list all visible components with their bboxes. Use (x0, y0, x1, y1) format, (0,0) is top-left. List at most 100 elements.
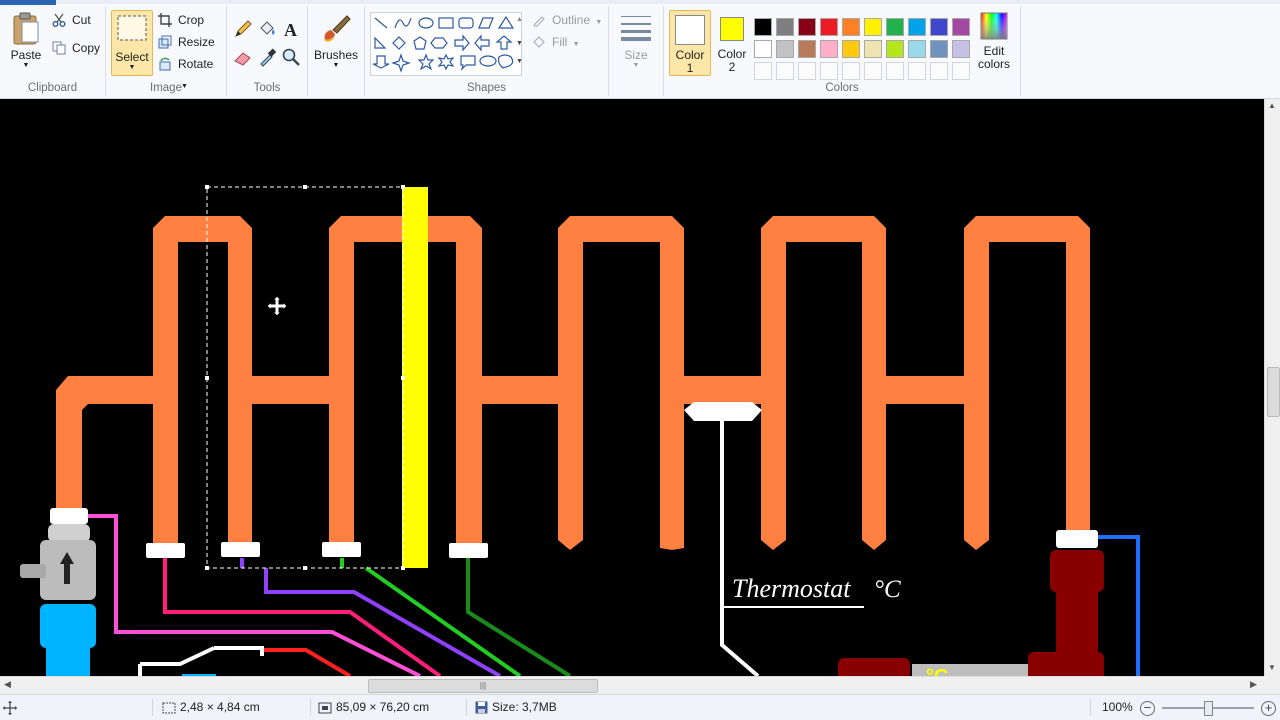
brushes-button[interactable]: Brushes ▼ (312, 10, 360, 76)
size-button[interactable]: Size ▼ (615, 10, 657, 76)
palette-empty-slot[interactable] (798, 62, 816, 80)
outline-button[interactable]: Outline ▼ (530, 10, 602, 30)
palette-empty-slot[interactable] (820, 62, 838, 80)
scroll-right-arrow-icon[interactable]: ▶ (1250, 679, 1257, 690)
palette-swatch[interactable] (952, 18, 970, 36)
brushes-group: Brushes ▼ (308, 6, 365, 96)
vertical-scrollbar[interactable]: ▲ ▼ (1264, 99, 1280, 676)
palette-empty-slot[interactable] (908, 62, 926, 80)
status-separator (466, 699, 467, 716)
palette-swatch[interactable] (776, 40, 794, 58)
palette-empty-slot[interactable] (776, 62, 794, 80)
horizontal-scroll-thumb[interactable]: ||| (368, 679, 598, 693)
thermostat-label: Thermostat (732, 574, 851, 603)
fill-bucket-icon (533, 36, 545, 48)
palette-swatch[interactable] (842, 18, 860, 36)
palette-swatch[interactable] (820, 40, 838, 58)
colors-group: Color 1 Color 2 Edit colors Colors (664, 6, 1021, 96)
palette-swatch[interactable] (864, 40, 882, 58)
magnifier-icon (282, 48, 300, 66)
horizontal-scrollbar[interactable]: ◀ ||| ▶ (0, 676, 1264, 694)
status-separator (152, 699, 153, 716)
select-dropdown-arrow-icon[interactable]: ▼ (112, 64, 152, 72)
paste-label: Paste (10, 48, 42, 62)
crop-label: Crop (178, 13, 205, 27)
tools-group: A Tools (227, 6, 308, 96)
color1-button[interactable]: Color 1 (669, 10, 711, 76)
drawing-canvas[interactable]: °C Thermostat °C (0, 99, 1264, 676)
palette-swatch[interactable] (820, 18, 838, 36)
palette-empty-slot[interactable] (952, 62, 970, 80)
scroll-down-arrow-icon[interactable]: ▼ (1268, 663, 1276, 672)
palette-swatch[interactable] (798, 18, 816, 36)
pencil-tool[interactable] (232, 18, 254, 40)
zoom-out-button[interactable]: − (1140, 701, 1155, 716)
palette-swatch[interactable] (776, 18, 794, 36)
shapes-scroll-up-icon[interactable]: ▲ (516, 16, 523, 23)
brushes-dropdown-arrow-icon[interactable]: ▼ (312, 62, 360, 70)
resize-button[interactable]: Resize (156, 32, 215, 52)
shapes-scroll-down-icon[interactable]: ▼ (516, 40, 523, 47)
cut-button[interactable]: Cut (50, 10, 91, 30)
color2-swatch (720, 17, 744, 41)
scroll-up-arrow-icon[interactable]: ▲ (1268, 101, 1276, 110)
fill-button[interactable]: Fill ▼ (530, 32, 580, 52)
resize-icon (158, 35, 172, 49)
rotate-icon (159, 57, 171, 71)
palette-swatch[interactable] (842, 40, 860, 58)
image-group: Select ▼ Crop Resize Rotate ▼ Image (106, 6, 227, 96)
selection-size-icon (162, 702, 176, 714)
yellow-bar (402, 187, 428, 568)
palette-swatch[interactable] (754, 40, 772, 58)
paste-dropdown-arrow-icon[interactable]: ▼ (6, 62, 46, 70)
fill-tool[interactable] (256, 18, 278, 40)
shapes-gallery-icons[interactable] (371, 13, 521, 75)
copy-button[interactable]: Copy (50, 38, 100, 58)
clipboard-group-label: Clipboard (27, 82, 78, 94)
paste-button[interactable]: Paste ▼ (6, 10, 46, 76)
color2-button[interactable]: Color 2 (713, 10, 751, 74)
zoom-slider[interactable] (1162, 701, 1254, 716)
palette-swatch[interactable] (930, 18, 948, 36)
color-palette (754, 12, 974, 80)
color2-label-line2: 2 (728, 60, 736, 74)
select-button[interactable]: Select ▼ (111, 10, 153, 76)
vertical-scroll-thumb[interactable] (1267, 367, 1280, 417)
svg-text:A: A (284, 20, 297, 40)
palette-swatch[interactable] (886, 40, 904, 58)
size-dropdown-arrow-icon: ▼ (632, 62, 640, 69)
palette-empty-slot[interactable] (864, 62, 882, 80)
palette-empty-slot[interactable] (930, 62, 948, 80)
copy-icon (52, 41, 66, 55)
rotate-button[interactable]: Rotate ▼ (156, 54, 226, 90)
palette-empty-slot[interactable] (754, 62, 772, 80)
palette-swatch[interactable] (864, 18, 882, 36)
palette-empty-slot[interactable] (886, 62, 904, 80)
status-bar: 2,48 × 4,84 cm 85,09 × 76,20 cm Size: 3,… (0, 694, 1280, 720)
magnifier-tool[interactable] (280, 46, 302, 68)
palette-swatch[interactable] (930, 40, 948, 58)
clipboard-group: Paste ▼ Cut Copy Clipboard (0, 6, 106, 96)
eraser-tool[interactable] (232, 46, 254, 68)
shapes-group-label: Shapes (466, 82, 506, 94)
palette-swatch[interactable] (886, 18, 904, 36)
file-tab[interactable] (0, 0, 56, 5)
zoom-in-button[interactable]: + (1261, 701, 1276, 716)
scroll-corner (1264, 676, 1280, 694)
palette-swatch[interactable] (908, 18, 926, 36)
edit-colors-button[interactable]: Edit colors (974, 10, 1014, 76)
color-picker-tool[interactable] (256, 46, 278, 68)
crop-button[interactable]: Crop (156, 10, 204, 30)
palette-swatch[interactable] (798, 40, 816, 58)
ribbon: Paste ▼ Cut Copy Clipboard Select ▼ Crop… (0, 0, 1280, 99)
palette-swatch[interactable] (754, 18, 772, 36)
text-tool[interactable]: A (280, 18, 302, 40)
heating-coil (56, 216, 1090, 550)
scroll-left-arrow-icon[interactable]: ◀ (4, 679, 11, 690)
size-group: Size ▼ (609, 6, 664, 96)
palette-swatch[interactable] (908, 40, 926, 58)
palette-empty-slot[interactable] (842, 62, 860, 80)
palette-swatch[interactable] (952, 40, 970, 58)
zoom-slider-thumb[interactable] (1204, 701, 1213, 716)
shapes-expand-icon[interactable]: ▼ (516, 58, 523, 65)
